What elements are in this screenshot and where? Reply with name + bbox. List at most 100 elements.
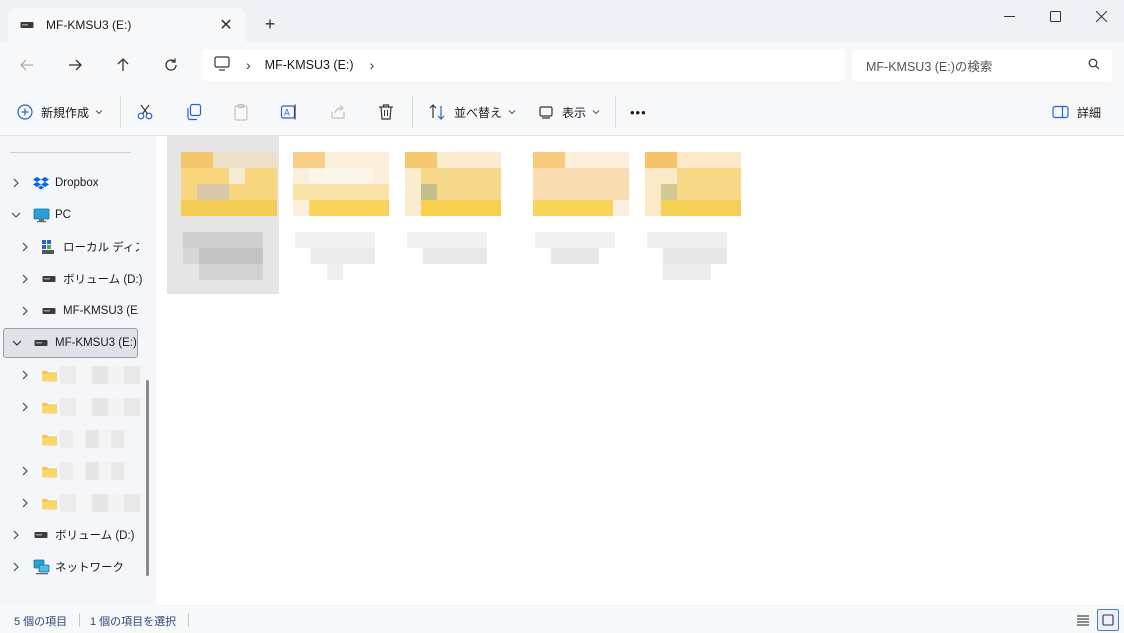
close-window-button[interactable] [1078,0,1124,32]
new-button-label: 新規作成 [41,105,90,120]
chevron-right-icon[interactable] [19,273,31,285]
folder-thumbnail [293,152,389,216]
file-item[interactable] [279,136,391,294]
arrow-right-icon [69,59,82,71]
chevron-down-icon [592,110,600,115]
refresh-icon [165,58,177,71]
sidebar-item-volume-d[interactable]: ボリューム (D:) [0,264,156,294]
chevron-right-icon[interactable] [19,369,31,381]
navigation-bar: › MF-KMSU3 (E:) › MF-KMSU3 (E:)の検索 [0,42,1124,88]
paste-button[interactable] [232,98,250,126]
chevron-right-icon[interactable] [19,497,31,509]
sidebar-subfolder[interactable] [0,424,156,454]
tab-drive-e[interactable]: MF-KMSU3 (E:) ✕ [8,8,246,42]
view-button[interactable]: 表示 [538,98,600,126]
sidebar-subfolder[interactable] [0,488,156,518]
new-tab-button[interactable]: + [258,12,282,36]
sidebar-item-label: ボリューム (D:) [63,274,143,286]
chevron-right-icon[interactable] [19,305,31,317]
chevron-right-icon[interactable] [10,561,22,573]
chevron-right-icon[interactable] [19,465,31,477]
chevron-right-icon[interactable] [19,241,31,253]
sidebar-item-label: Dropbox [55,177,99,189]
blurred-folder-name [60,398,140,416]
monitor-icon[interactable] [214,56,230,74]
sort-button[interactable]: 並べ替え [428,98,516,126]
tab-title: MF-KMSU3 (E:) [46,18,132,32]
sidebar-item-label: MF-KMSU3 (E:) [63,305,139,317]
minimize-button[interactable] [986,0,1032,32]
chevron-down-icon[interactable] [10,209,22,221]
sidebar-item-drive-e-selected[interactable]: MF-KMSU3 (E:) [3,328,138,358]
copy-icon [187,103,202,121]
refresh-button[interactable] [156,51,186,79]
sidebar-subfolder[interactable] [0,456,156,486]
sidebar-item-drive-e[interactable]: MF-KMSU3 (E:) [0,296,156,326]
details-pane-icon [1052,105,1069,119]
sidebar-item-network[interactable]: ネットワーク [0,552,156,582]
plus-circle-icon [17,104,33,120]
blurred-folder-name [60,462,124,480]
sort-button-label: 並べ替え [454,105,503,120]
details-button[interactable]: 詳細 [1052,98,1101,126]
sidebar-scrollbar[interactable] [146,380,149,576]
copy-button[interactable] [185,98,203,126]
up-button[interactable] [108,51,138,79]
file-item[interactable] [391,136,503,294]
local-disk-icon [41,239,55,255]
pc-icon [33,208,50,223]
chevron-right-icon[interactable] [10,177,22,189]
search-input[interactable]: MF-KMSU3 (E:)の検索 [866,56,1088,75]
rename-button[interactable]: A [280,98,298,126]
share-icon [331,105,345,119]
chevron-right-icon[interactable] [19,401,31,413]
sidebar-item-volume-d-2[interactable]: ボリューム (D:) [0,520,156,550]
arrow-up-icon [117,58,129,71]
selected-count: 1 個の項目を選択 [90,616,177,628]
blurred-file-name [647,232,727,280]
chevron-right-icon[interactable] [10,529,22,541]
toolbar-divider [412,96,413,128]
sidebar-item-label: MF-KMSU3 (E:) [55,337,137,349]
file-view [156,136,1124,604]
sidebar-subfolder[interactable] [0,360,156,390]
forward-button[interactable] [60,51,90,79]
back-button[interactable] [12,51,42,79]
delete-button[interactable] [377,98,395,126]
sidebar-item-label: ローカル ディスク [63,242,139,254]
folder-thumbnail [645,152,741,216]
cut-button[interactable] [136,98,154,126]
chevron-right-icon[interactable]: › [370,57,375,73]
svg-text:A: A [284,109,290,119]
more-options-button[interactable]: ••• [630,98,647,126]
blurred-folder-name [60,494,140,512]
sidebar-item-pc[interactable]: PC [0,200,156,230]
drive-icon [42,275,56,283]
blurred-file-name [183,232,263,280]
clipboard-icon [234,103,248,121]
file-item[interactable] [519,136,631,294]
search-box[interactable]: MF-KMSU3 (E:)の検索 [852,49,1112,81]
file-item[interactable] [631,136,743,294]
maximize-button[interactable] [1032,0,1078,32]
address-bar[interactable]: › MF-KMSU3 (E:) › [202,49,845,81]
new-button[interactable]: 新規作成 [17,98,103,126]
share-button[interactable] [329,98,347,126]
details-view-button[interactable] [1072,609,1094,631]
close-tab-button[interactable]: ✕ [216,15,236,35]
blurred-file-name [407,232,487,280]
file-item[interactable] [167,136,279,294]
drive-icon [34,339,48,347]
folder-icon [41,497,58,510]
breadcrumb-drive-e[interactable]: MF-KMSU3 (E:) [265,58,354,72]
large-icons-view-button[interactable] [1097,609,1119,631]
search-icon[interactable] [1088,58,1100,73]
chevron-down-icon[interactable] [11,337,23,349]
folder-icon [41,465,58,478]
dropbox-icon [33,176,49,190]
blurred-folder-name [60,430,124,448]
chevron-right-icon[interactable]: › [246,57,251,73]
sidebar-item-dropbox[interactable]: Dropbox [0,168,156,198]
sidebar-subfolder[interactable] [0,392,156,422]
sidebar-item-local-disk[interactable]: ローカル ディスク [0,232,156,262]
